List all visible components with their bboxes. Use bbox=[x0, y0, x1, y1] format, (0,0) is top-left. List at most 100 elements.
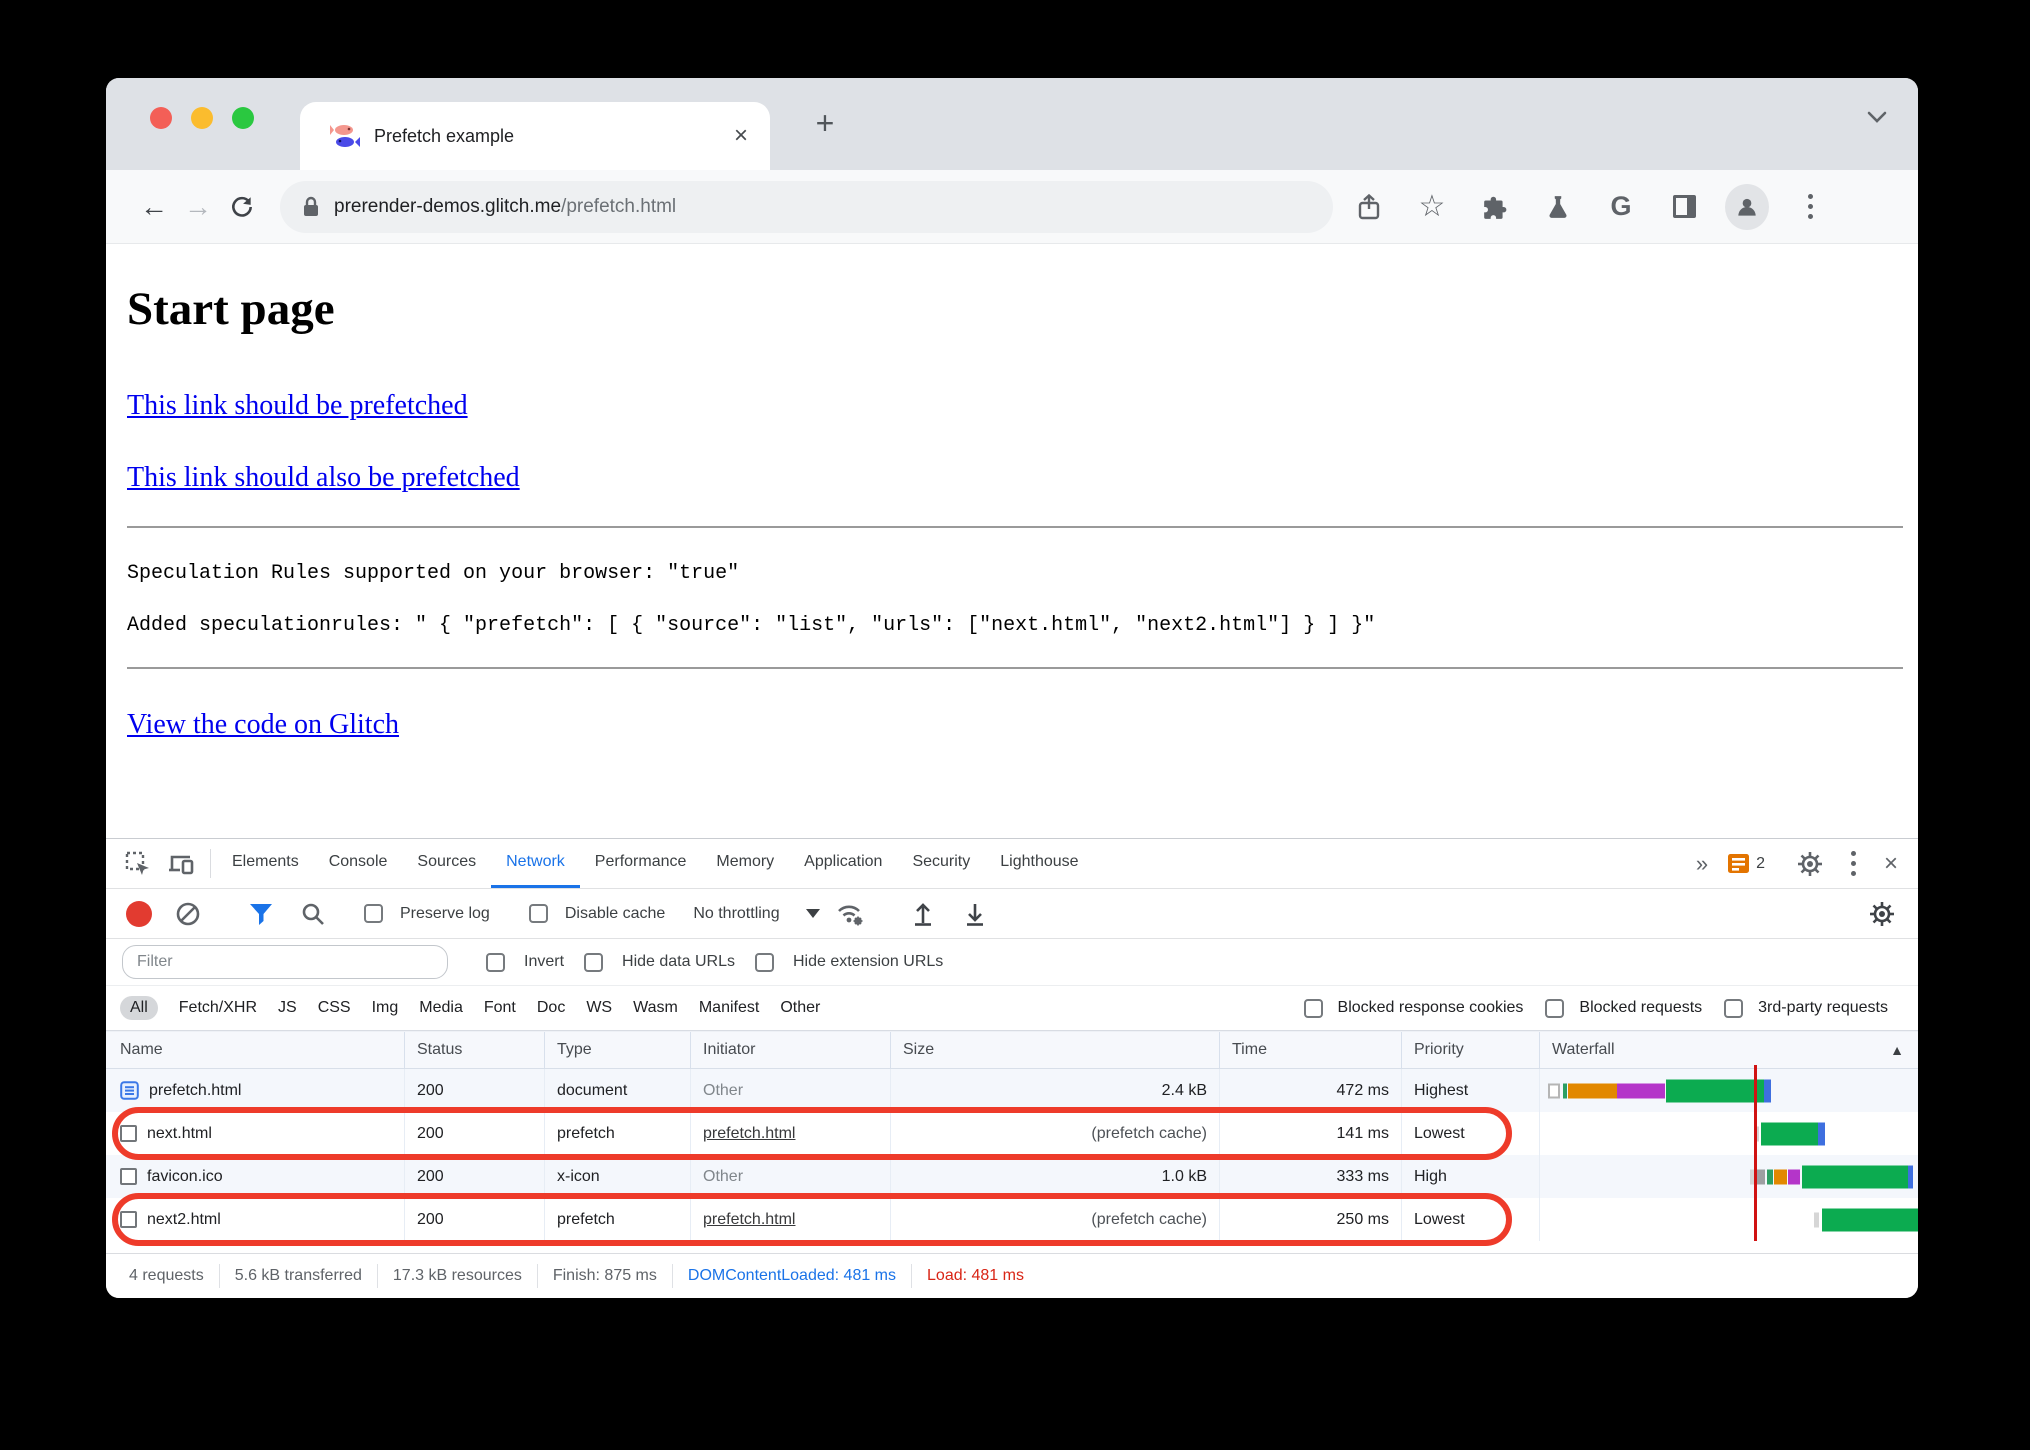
glitch-code-link-anchor[interactable]: View the code on Glitch bbox=[127, 709, 399, 740]
chip-img[interactable]: Img bbox=[372, 999, 399, 1017]
blocked-response-cookies-checkbox[interactable] bbox=[1303, 998, 1323, 1018]
browser-window: Prefetch example × + ← → prerender-demos… bbox=[106, 78, 1918, 1298]
minimize-window-button[interactable] bbox=[191, 107, 213, 129]
tab-close-icon[interactable]: × bbox=[734, 124, 748, 148]
tab-sources[interactable]: Sources bbox=[402, 839, 491, 888]
tab-search-chevron-icon[interactable] bbox=[1866, 110, 1888, 124]
column-header-name[interactable]: Name bbox=[106, 1032, 405, 1068]
third-party-requests-checkbox[interactable] bbox=[1724, 998, 1744, 1018]
chip-ws[interactable]: WS bbox=[586, 999, 612, 1017]
request-status: 200 bbox=[405, 1069, 545, 1112]
throttling-dropdown[interactable]: No throttling bbox=[693, 905, 820, 923]
toolbar-icons: ☆ G bbox=[1347, 183, 1832, 230]
network-conditions-icon[interactable] bbox=[828, 901, 872, 927]
inspect-element-icon[interactable] bbox=[116, 839, 160, 888]
blocked-requests-checkbox[interactable] bbox=[1545, 998, 1565, 1018]
preserve-log-checkbox[interactable] bbox=[364, 904, 383, 923]
hide-data-urls-label: Hide data URLs bbox=[622, 953, 735, 970]
chip-fetch-xhr[interactable]: Fetch/XHR bbox=[179, 999, 257, 1017]
tab-application[interactable]: Application bbox=[789, 839, 897, 888]
tab-performance[interactable]: Performance bbox=[580, 839, 702, 888]
clear-network-log-icon[interactable] bbox=[166, 901, 210, 927]
prefetch-link-2-anchor[interactable]: This link should also be prefetched bbox=[127, 462, 520, 493]
filter-input[interactable] bbox=[122, 945, 448, 979]
export-har-icon[interactable] bbox=[953, 902, 997, 926]
more-tabs-icon[interactable]: » bbox=[1686, 851, 1718, 877]
browser-tab[interactable]: Prefetch example × bbox=[300, 102, 770, 170]
issues-button[interactable]: 2 bbox=[1718, 854, 1775, 873]
tab-title: Prefetch example bbox=[374, 125, 515, 146]
requests-count: 4 requests bbox=[106, 1264, 220, 1288]
chip-font[interactable]: Font bbox=[484, 999, 516, 1017]
device-toolbar-icon[interactable] bbox=[160, 839, 204, 888]
search-icon[interactable] bbox=[291, 902, 335, 926]
screenshot-stage: Prefetch example × + ← → prerender-demos… bbox=[0, 0, 2030, 1450]
network-settings-gear-icon[interactable] bbox=[1860, 901, 1904, 927]
beaker-flask-icon[interactable] bbox=[1536, 185, 1580, 229]
table-row[interactable]: favicon.ico 200 x-icon Other 1.0 kB 333 … bbox=[106, 1155, 1918, 1198]
padlock-icon[interactable] bbox=[302, 196, 320, 218]
hide-extension-urls-checkbox[interactable] bbox=[754, 952, 774, 972]
chip-manifest[interactable]: Manifest bbox=[699, 999, 759, 1017]
back-button[interactable]: ← bbox=[132, 185, 176, 229]
waterfall-bar bbox=[1563, 1083, 1567, 1098]
network-request-table: Name Status Type Initiator Size Time Pri… bbox=[106, 1031, 1918, 1246]
devtools-menu-kebab-icon[interactable] bbox=[1832, 851, 1876, 876]
chip-css[interactable]: CSS bbox=[318, 999, 351, 1017]
new-tab-button[interactable]: + bbox=[802, 100, 848, 146]
chip-media[interactable]: Media bbox=[419, 999, 463, 1017]
tab-network[interactable]: Network bbox=[491, 839, 580, 888]
chip-wasm[interactable]: Wasm bbox=[633, 999, 678, 1017]
issues-warning-icon bbox=[1728, 854, 1750, 873]
divider bbox=[210, 849, 211, 878]
request-name: prefetch.html bbox=[149, 1081, 242, 1099]
tab-memory[interactable]: Memory bbox=[701, 839, 789, 888]
request-initiator: Other bbox=[703, 1081, 744, 1099]
traffic-lights bbox=[150, 107, 254, 129]
google-g-icon[interactable]: G bbox=[1599, 185, 1643, 229]
record-button[interactable] bbox=[126, 900, 152, 927]
bookmark-star-icon[interactable]: ☆ bbox=[1410, 185, 1454, 229]
address-bar[interactable]: prerender-demos.glitch.me/prefetch.html bbox=[280, 180, 1333, 233]
tab-console[interactable]: Console bbox=[314, 839, 403, 888]
browser-menu-kebab-icon[interactable] bbox=[1788, 185, 1832, 229]
extensions-puzzle-icon[interactable] bbox=[1473, 185, 1517, 229]
zoom-window-button[interactable] bbox=[232, 107, 254, 129]
column-header-type[interactable]: Type bbox=[545, 1032, 691, 1068]
import-har-icon[interactable] bbox=[901, 902, 945, 926]
column-header-waterfall[interactable]: Waterfall ▲ bbox=[1540, 1032, 1918, 1068]
profile-avatar[interactable] bbox=[1725, 183, 1769, 230]
waterfall-bar bbox=[1767, 1169, 1773, 1184]
waterfall-bar bbox=[1548, 1083, 1560, 1098]
chip-all[interactable]: All bbox=[120, 996, 158, 1020]
invert-checkbox[interactable] bbox=[486, 952, 505, 972]
devtools-settings-gear-icon[interactable] bbox=[1788, 851, 1832, 877]
column-header-priority[interactable]: Priority bbox=[1402, 1032, 1540, 1068]
close-window-button[interactable] bbox=[150, 107, 172, 129]
share-icon[interactable] bbox=[1347, 185, 1391, 229]
request-name: favicon.ico bbox=[147, 1167, 223, 1185]
column-header-status[interactable]: Status bbox=[405, 1032, 545, 1068]
tab-elements[interactable]: Elements bbox=[217, 839, 314, 888]
side-panel-icon[interactable] bbox=[1662, 185, 1706, 229]
hide-data-urls-checkbox[interactable] bbox=[584, 952, 604, 972]
table-row[interactable]: prefetch.html 200 document Other 2.4 kB … bbox=[106, 1069, 1918, 1112]
reload-button[interactable] bbox=[220, 185, 264, 229]
chip-other[interactable]: Other bbox=[780, 999, 820, 1017]
column-header-size[interactable]: Size bbox=[891, 1032, 1220, 1068]
tab-lighthouse[interactable]: Lighthouse bbox=[985, 839, 1093, 888]
tab-security[interactable]: Security bbox=[897, 839, 985, 888]
filter-funnel-icon[interactable] bbox=[239, 903, 283, 925]
column-header-initiator[interactable]: Initiator bbox=[691, 1032, 891, 1068]
chip-doc[interactable]: Doc bbox=[537, 999, 565, 1017]
forward-button: → bbox=[184, 190, 212, 222]
waterfall-bar bbox=[1756, 1169, 1765, 1184]
prefetch-link-1-anchor[interactable]: This link should be prefetched bbox=[127, 390, 468, 421]
request-time: 333 ms bbox=[1220, 1155, 1402, 1198]
chip-js[interactable]: JS bbox=[278, 999, 297, 1017]
devtools-close-icon[interactable]: × bbox=[1876, 850, 1906, 878]
column-header-time[interactable]: Time bbox=[1220, 1032, 1402, 1068]
disable-cache-checkbox[interactable] bbox=[528, 904, 548, 923]
waterfall-bar bbox=[1666, 1079, 1764, 1102]
sort-ascending-icon[interactable]: ▲ bbox=[1890, 1042, 1904, 1058]
